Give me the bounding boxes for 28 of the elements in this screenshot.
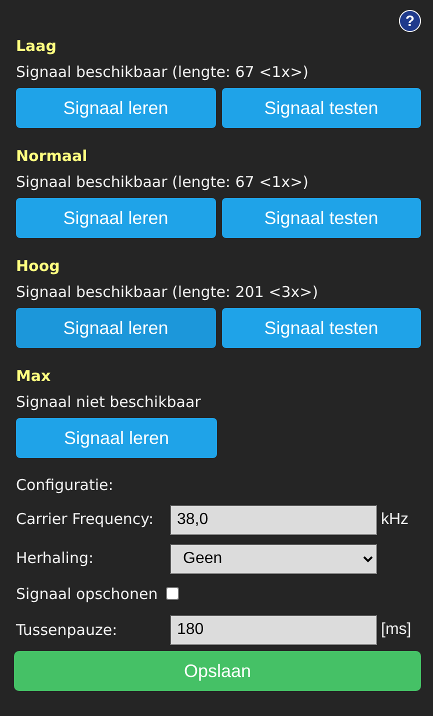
signal-button[interactable]: Signaal leren: [16, 88, 216, 128]
config-heading: Configuratie:: [16, 475, 114, 496]
field-label: Carrier Frequency:: [16, 509, 155, 530]
unit-label: [ms]: [381, 621, 412, 639]
section-title: Laag: [16, 36, 58, 56]
input-field[interactable]: 38,0: [170, 504, 377, 534]
signal-button[interactable]: Signaal leren: [16, 308, 216, 348]
section-title: Max: [16, 366, 52, 386]
dropdown[interactable]: Geen: [170, 544, 377, 574]
section-title: Normaal: [16, 146, 88, 166]
signal-button[interactable]: Signaal testen: [222, 308, 421, 348]
section-title: Hoog: [16, 256, 61, 276]
status-text: Signaal beschikbaar (lengte: 201 <3x>): [16, 282, 320, 302]
status-text: Signaal beschikbaar (lengte: 67 <1x>): [16, 62, 310, 82]
signal-button[interactable]: Signaal leren: [16, 198, 216, 238]
input-field[interactable]: 180: [170, 615, 377, 645]
save-button[interactable]: Opslaan: [14, 651, 421, 691]
checkbox[interactable]: [166, 587, 179, 600]
signal-button[interactable]: Signaal testen: [222, 88, 421, 128]
status-text: Signaal beschikbaar (lengte: 67 <1x>): [16, 172, 310, 192]
status-text: Signaal niet beschikbaar: [16, 392, 202, 412]
signal-button[interactable]: Signaal testen: [222, 198, 421, 238]
field-label: Herhaling:: [16, 548, 95, 570]
field-label: Signaal opschonen: [16, 584, 158, 604]
unit-label: kHz: [381, 510, 409, 528]
help-button[interactable]: ?: [399, 10, 421, 32]
field-label: Tussenpauze:: [16, 620, 118, 641]
signal-button[interactable]: Signaal leren: [16, 418, 217, 458]
